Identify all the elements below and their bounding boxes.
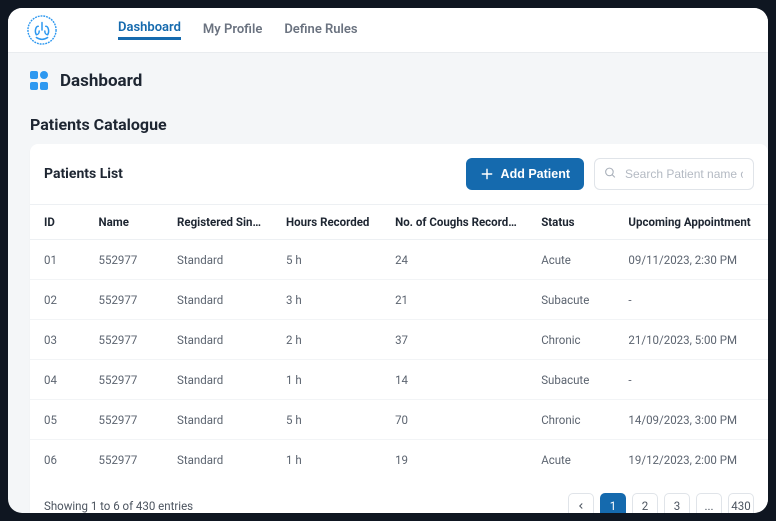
card-footer: Showing 1 to 6 of 430 entries 123... 430 bbox=[30, 479, 768, 513]
table-scroll: ID Name Registered Since Hours Recorded … bbox=[30, 204, 768, 479]
cell-status: Chronic bbox=[527, 400, 614, 440]
cell-id: 06 bbox=[30, 440, 85, 480]
nav-my-profile[interactable]: My Profile bbox=[203, 22, 262, 39]
col-hours: Hours Recorded bbox=[272, 205, 381, 240]
cell-name: 552977 bbox=[85, 280, 164, 320]
cell-name: 552977 bbox=[85, 400, 164, 440]
cell-appointment: - bbox=[614, 280, 768, 320]
section-title: Patients Catalogue bbox=[8, 97, 768, 144]
nav-dashboard[interactable]: Dashboard bbox=[118, 20, 181, 40]
cell-coughs: 37 bbox=[381, 320, 527, 360]
cell-appointment: 21/10/2023, 5:00 PM bbox=[614, 320, 768, 360]
table-row: 06552977Standard1 h19Acute19/12/2023, 2:… bbox=[30, 440, 768, 480]
col-name: Name bbox=[85, 205, 164, 240]
plus-icon bbox=[480, 167, 494, 181]
pager-prev[interactable] bbox=[568, 493, 594, 513]
cell-status: Subacute bbox=[527, 280, 614, 320]
col-coughs: No. of Coughs Recorded bbox=[381, 205, 527, 240]
cell-status: Subacute bbox=[527, 360, 614, 400]
cell-id: 05 bbox=[30, 400, 85, 440]
cell-hours: 1 h bbox=[272, 440, 381, 480]
table-body: 01552977Standard5 h24Acute09/11/2023, 2:… bbox=[30, 240, 768, 480]
lung-logo-icon bbox=[27, 15, 57, 45]
col-id: ID bbox=[30, 205, 85, 240]
cell-appointment: 14/09/2023, 3:00 PM bbox=[614, 400, 768, 440]
nav-define-rules[interactable]: Define Rules bbox=[284, 22, 357, 39]
cell-coughs: 14 bbox=[381, 360, 527, 400]
col-registered: Registered Since bbox=[163, 205, 272, 240]
cell-coughs: 70 bbox=[381, 400, 527, 440]
add-patient-label: Add Patient bbox=[501, 167, 570, 181]
cell-id: 02 bbox=[30, 280, 85, 320]
table-header-row: ID Name Registered Since Hours Recorded … bbox=[30, 205, 768, 240]
pager-page[interactable]: 1 bbox=[600, 493, 626, 513]
cell-coughs: 19 bbox=[381, 440, 527, 480]
brand-logo bbox=[26, 14, 58, 46]
table-row: 05552977Standard5 h70Chronic14/09/2023, … bbox=[30, 400, 768, 440]
cell-hours: 2 h bbox=[272, 320, 381, 360]
col-status: Status bbox=[527, 205, 614, 240]
cell-registered: Standard bbox=[163, 440, 272, 480]
cell-hours: 5 h bbox=[272, 240, 381, 280]
cell-name: 552977 bbox=[85, 440, 164, 480]
cell-coughs: 24 bbox=[381, 240, 527, 280]
pager-page[interactable]: 2 bbox=[632, 493, 658, 513]
col-appointment: Upcoming Appointment bbox=[614, 205, 768, 240]
cell-id: 03 bbox=[30, 320, 85, 360]
pager-page[interactable]: 3 bbox=[664, 493, 690, 513]
card-header: Patients List Add Patient bbox=[30, 144, 768, 204]
app-viewport: Dashboard My Profile Define Rules Dashbo… bbox=[8, 8, 768, 513]
table-row: 02552977Standard3 h21Subacute- bbox=[30, 280, 768, 320]
table-row: 03552977Standard2 h37Chronic21/10/2023, … bbox=[30, 320, 768, 360]
cell-hours: 3 h bbox=[272, 280, 381, 320]
search-icon bbox=[604, 165, 617, 184]
cell-registered: Standard bbox=[163, 240, 272, 280]
entries-text: Showing 1 to 6 of 430 entries bbox=[44, 499, 568, 513]
page-header: Dashboard bbox=[8, 53, 768, 97]
cell-hours: 1 h bbox=[272, 360, 381, 400]
cell-appointment: 09/11/2023, 2:30 PM bbox=[614, 240, 768, 280]
dashboard-icon bbox=[30, 71, 50, 91]
table-row: 01552977Standard5 h24Acute09/11/2023, 2:… bbox=[30, 240, 768, 280]
table-row: 04552977Standard1 h14Subacute- bbox=[30, 360, 768, 400]
cell-registered: Standard bbox=[163, 320, 272, 360]
cell-status: Chronic bbox=[527, 320, 614, 360]
cell-id: 04 bbox=[30, 360, 85, 400]
topbar: Dashboard My Profile Define Rules bbox=[8, 8, 768, 53]
cell-name: 552977 bbox=[85, 360, 164, 400]
cell-appointment: - bbox=[614, 360, 768, 400]
cell-name: 552977 bbox=[85, 320, 164, 360]
cell-status: Acute bbox=[527, 240, 614, 280]
cell-registered: Standard bbox=[163, 280, 272, 320]
pager-page[interactable]: 430 bbox=[728, 493, 754, 513]
cell-hours: 5 h bbox=[272, 400, 381, 440]
pager-ellipsis: ... bbox=[696, 493, 722, 513]
list-title: Patients List bbox=[44, 166, 456, 182]
cell-registered: Standard bbox=[163, 360, 272, 400]
cell-registered: Standard bbox=[163, 400, 272, 440]
nav-links: Dashboard My Profile Define Rules bbox=[118, 20, 358, 40]
chevron-left-icon bbox=[576, 501, 586, 511]
add-patient-button[interactable]: Add Patient bbox=[466, 158, 584, 190]
cell-id: 01 bbox=[30, 240, 85, 280]
patients-card: Patients List Add Patient ID Name Regist… bbox=[30, 144, 768, 513]
pager: 123... 430 bbox=[568, 493, 754, 513]
patients-table: ID Name Registered Since Hours Recorded … bbox=[30, 204, 768, 479]
page-title: Dashboard bbox=[60, 71, 142, 91]
cell-appointment: 19/12/2023, 2:00 PM bbox=[614, 440, 768, 480]
cell-status: Acute bbox=[527, 440, 614, 480]
search-input[interactable] bbox=[594, 158, 754, 190]
search-wrap bbox=[594, 158, 754, 190]
cell-coughs: 21 bbox=[381, 280, 527, 320]
cell-name: 552977 bbox=[85, 240, 164, 280]
